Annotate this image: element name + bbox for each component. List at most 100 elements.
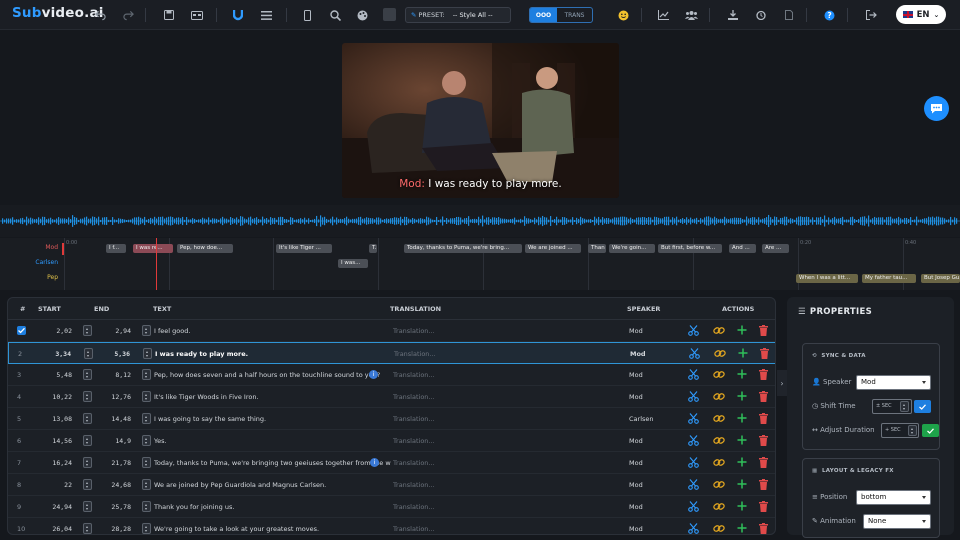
add-icon[interactable]: [737, 413, 748, 424]
undo-icon[interactable]: [93, 8, 107, 22]
scissors-icon[interactable]: [688, 457, 699, 468]
start-stepper[interactable]: [83, 457, 92, 468]
scissors-icon[interactable]: [688, 435, 699, 446]
row-speaker[interactable]: Mod: [629, 481, 643, 489]
app-logo[interactable]: Subvideo.ai: [12, 5, 104, 21]
add-icon[interactable]: [737, 523, 748, 534]
row-start[interactable]: 13,08: [52, 415, 72, 423]
link-icon[interactable]: [713, 325, 725, 336]
chat-button[interactable]: [924, 96, 949, 121]
link-icon[interactable]: [713, 479, 725, 490]
row-translation[interactable]: Translation...: [393, 327, 435, 335]
row-checkbox[interactable]: [17, 326, 26, 335]
row-text[interactable]: Pep, how does seven and a half hours on …: [154, 371, 380, 379]
end-stepper[interactable]: [142, 435, 151, 446]
row-start[interactable]: 2,02: [56, 327, 72, 335]
timeline-clip-selected[interactable]: I was re...: [133, 244, 173, 253]
info-icon[interactable]: i: [370, 458, 379, 467]
start-stepper[interactable]: [83, 325, 92, 336]
color-swatch-icon[interactable]: [383, 8, 396, 21]
start-stepper[interactable]: [83, 413, 92, 424]
table-row[interactable]: 7 16,24 21,78 Today, thanks to Puma, we're …: [8, 452, 775, 474]
row-translation[interactable]: Translation...: [393, 481, 435, 489]
end-stepper[interactable]: [142, 501, 151, 512]
end-stepper[interactable]: [142, 325, 151, 336]
timeline-clip[interactable]: Today, thanks to Puma, we're bring...: [404, 244, 522, 253]
row-end[interactable]: 24,68: [111, 481, 131, 489]
add-icon[interactable]: [737, 457, 748, 468]
row-end[interactable]: 25,78: [111, 503, 131, 511]
video-preview[interactable]: Mod: I was ready to play more.: [342, 43, 619, 198]
menu-icon[interactable]: [259, 8, 273, 22]
scissors-icon[interactable]: [689, 348, 700, 359]
scissors-icon[interactable]: [688, 523, 699, 534]
timeline-clip[interactable]: But Josep Gu...: [921, 274, 960, 283]
row-translation[interactable]: Translation...: [393, 393, 435, 401]
chart-icon[interactable]: [656, 8, 670, 22]
row-translation[interactable]: Translation...: [393, 525, 435, 533]
adjust-duration-apply-button[interactable]: [922, 424, 939, 437]
file-icon[interactable]: [782, 8, 796, 22]
scissors-icon[interactable]: [688, 501, 699, 512]
start-stepper[interactable]: [83, 501, 92, 512]
trash-icon[interactable]: [759, 413, 770, 424]
trash-icon[interactable]: [759, 479, 770, 490]
timeline-clip[interactable]: And ...: [729, 244, 756, 253]
row-speaker[interactable]: Mod: [629, 503, 643, 511]
row-end[interactable]: 12,76: [111, 393, 131, 401]
scissors-icon[interactable]: [688, 391, 699, 402]
end-stepper[interactable]: [142, 369, 151, 380]
palette-icon[interactable]: [355, 8, 369, 22]
row-text[interactable]: It's like Tiger Woods in Five Iron.: [154, 393, 259, 401]
language-select[interactable]: EN ⌄: [896, 5, 946, 24]
row-speaker[interactable]: Mod: [629, 459, 643, 467]
row-speaker[interactable]: Mod: [629, 437, 643, 445]
table-row[interactable]: 2 3,34 5,36 I was ready to play more. Transl…: [8, 342, 775, 364]
add-icon[interactable]: [737, 501, 748, 512]
row-text[interactable]: We are joined by Pep Guardiola and Magnu…: [154, 481, 326, 489]
add-icon[interactable]: [738, 348, 749, 359]
trash-icon[interactable]: [760, 348, 771, 359]
history-icon[interactable]: [754, 8, 768, 22]
link-icon[interactable]: [713, 369, 725, 380]
link-icon[interactable]: [713, 413, 725, 424]
trash-icon[interactable]: [759, 391, 770, 402]
row-start[interactable]: 10,22: [52, 393, 72, 401]
start-stepper[interactable]: [84, 348, 93, 359]
timeline-clip[interactable]: Than: [588, 244, 606, 253]
row-speaker[interactable]: Mod: [629, 525, 643, 533]
timeline-clip[interactable]: I was...: [338, 259, 368, 268]
trash-icon[interactable]: [759, 457, 770, 468]
scissors-icon[interactable]: [688, 369, 699, 380]
row-start[interactable]: 3,34: [55, 350, 71, 358]
end-stepper[interactable]: [142, 457, 151, 468]
table-row[interactable]: 5 13,08 14,48 I was going to say the same t…: [8, 408, 775, 430]
preset-select[interactable]: ✎ PRESET: -- Style All --: [405, 7, 511, 23]
row-start[interactable]: 22: [64, 481, 72, 489]
start-stepper[interactable]: [83, 435, 92, 446]
shift-time-apply-button[interactable]: [914, 400, 931, 413]
table-row[interactable]: 6 14,56 14,9 Yes. Translation... Mod: [8, 430, 775, 452]
start-stepper[interactable]: [83, 479, 92, 490]
row-speaker[interactable]: Mod: [629, 371, 643, 379]
row-translation[interactable]: Translation...: [393, 371, 435, 379]
add-icon[interactable]: [737, 391, 748, 402]
trash-icon[interactable]: [759, 523, 770, 534]
timeline-clip[interactable]: We are joined ...: [525, 244, 581, 253]
table-row[interactable]: 4 10,22 12,76 It's like Tiger Woods in Five…: [8, 386, 775, 408]
trash-icon[interactable]: [759, 325, 770, 336]
subtitles-icon[interactable]: [190, 8, 204, 22]
table-row[interactable]: 3 5,48 8,12 Pep, how does seven and a half …: [8, 364, 775, 386]
timeline-clip[interactable]: Are ...: [762, 244, 789, 253]
help-icon[interactable]: ?: [822, 8, 836, 22]
add-icon[interactable]: [737, 369, 748, 380]
row-text[interactable]: I feel good.: [154, 327, 190, 335]
timeline-clip[interactable]: But first, before w...: [658, 244, 722, 253]
row-translation[interactable]: Translation...: [393, 503, 435, 511]
emoji-icon[interactable]: [616, 8, 630, 22]
row-text[interactable]: Thank you for joining us.: [154, 503, 234, 511]
audio-waveform[interactable]: [0, 205, 960, 237]
add-icon[interactable]: [737, 325, 748, 336]
timeline-clip[interactable]: My father tau...: [862, 274, 916, 283]
row-end[interactable]: 28,28: [111, 525, 131, 533]
